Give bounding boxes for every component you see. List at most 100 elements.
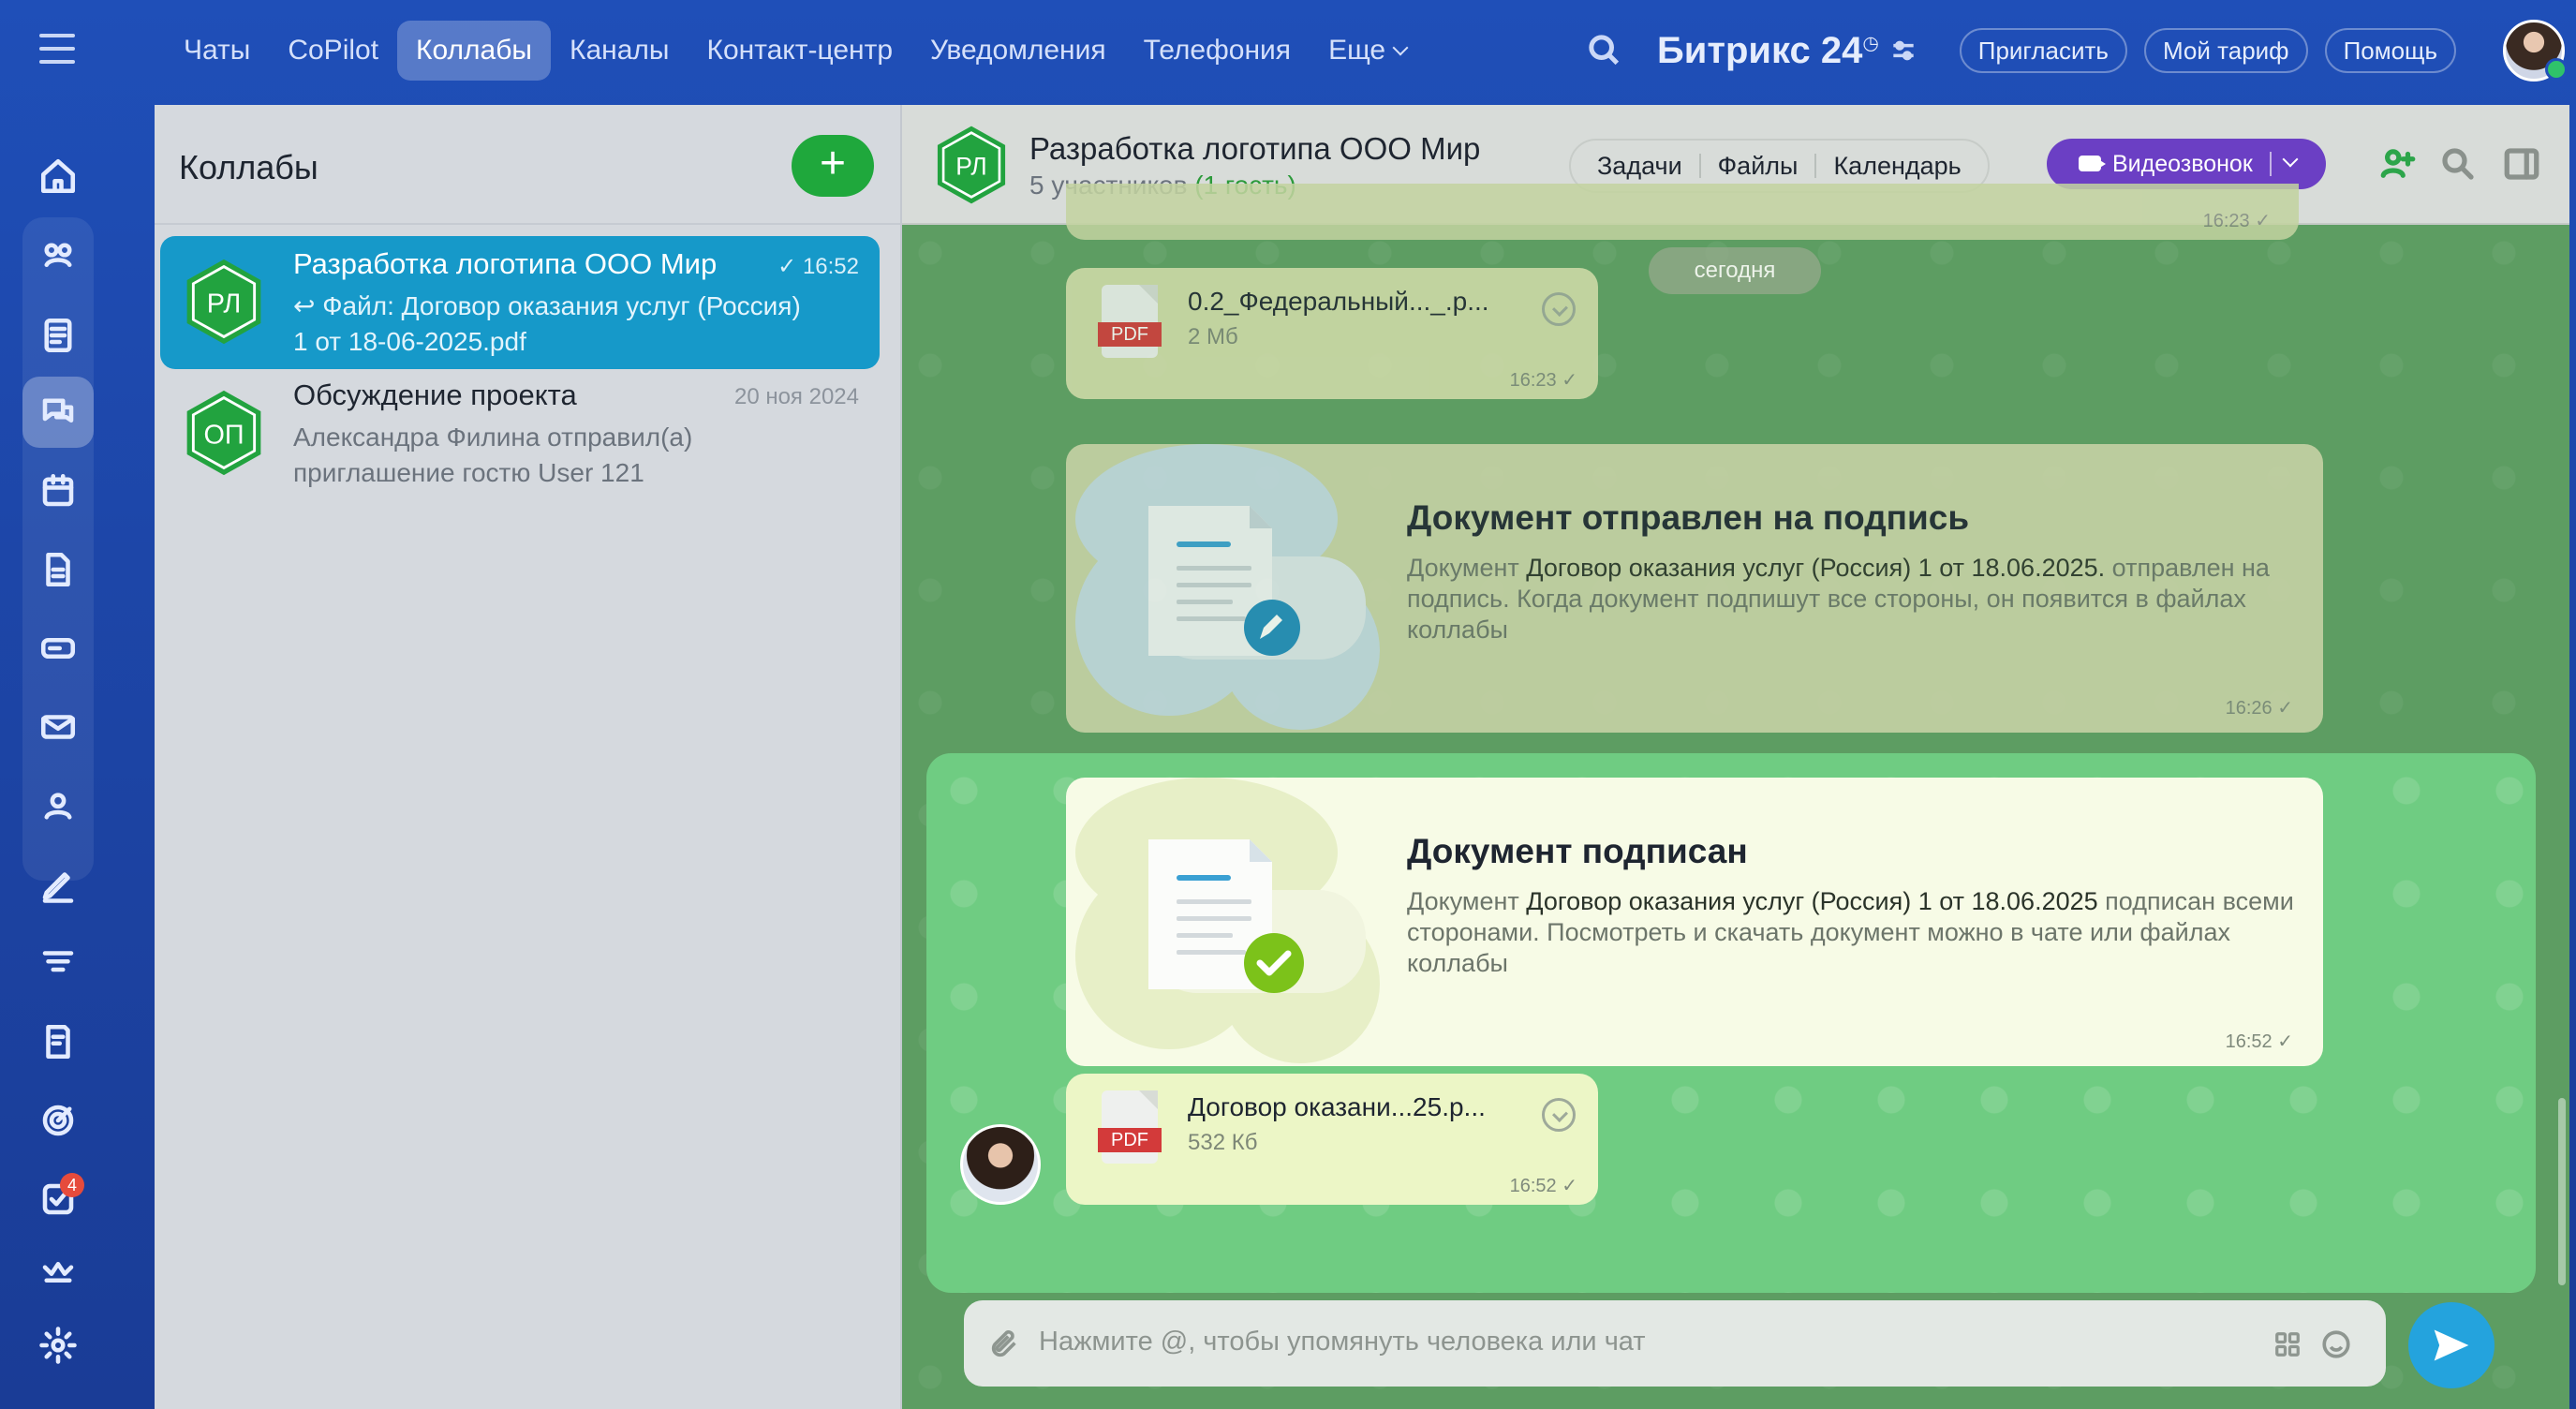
document-signed-illustration [1066, 778, 1383, 1066]
file-message[interactable]: PDF 0.2_Федеральный..._.p... 2 Мб 16:23 … [1066, 268, 1598, 399]
sign-icon[interactable] [22, 849, 94, 920]
filter-icon[interactable] [22, 927, 94, 999]
home-icon[interactable] [22, 141, 94, 212]
send-button[interactable] [2408, 1302, 2495, 1388]
calendar-icon[interactable] [22, 455, 94, 527]
clock-icon: ◷ [1862, 33, 1879, 54]
system-message: Документ подписан Документ Договор оказа… [1066, 778, 2323, 1066]
dialog-initials: РЛ [955, 153, 986, 181]
pdf-file-icon: PDF [1098, 285, 1162, 358]
tasks-button[interactable]: Задачи [1580, 152, 1699, 181]
feed-icon[interactable] [22, 221, 94, 292]
file-name[interactable]: 0.2_Федеральный..._.p... [1188, 287, 1489, 317]
collab-item[interactable]: ОП Обсуждение проекта 20 ноя 2024 Алекса… [160, 367, 880, 500]
tab-notifications[interactable]: Уведомления [911, 21, 1125, 81]
settings-icon[interactable] [22, 1310, 94, 1381]
tab-contact-center[interactable]: Контакт-центр [688, 21, 911, 81]
tariff-button[interactable]: Мой тариф [2143, 28, 2308, 73]
document-link[interactable]: Договор оказания услуг (Россия) 1 от 18.… [1526, 887, 2097, 915]
user-avatar[interactable] [2503, 20, 2568, 82]
collab-avatar: РЛ [179, 257, 269, 347]
docs-icon[interactable] [22, 534, 94, 605]
chevron-down-icon[interactable] [2282, 151, 2299, 168]
tab-telephony[interactable]: Телефония [1125, 21, 1310, 81]
system-message-body: Документ Договор оказания услуг (Россия)… [1407, 887, 2294, 977]
collab-time-value: 16:52 [802, 254, 859, 279]
file-size: 532 Кб [1188, 1130, 1258, 1155]
collab-avatar: ОП [179, 388, 269, 478]
tab-more-label: Еще [1328, 35, 1386, 66]
chat-dialog: РЛ Разработка логотипа ООО Мир 5 участни… [902, 105, 2569, 1409]
left-rail: 4 [0, 0, 116, 1409]
tune-icon[interactable] [1888, 36, 1918, 66]
collab-name: Разработка логотипа ООО Мир [293, 247, 718, 280]
add-user-icon[interactable] [2378, 144, 2418, 184]
tab-chats[interactable]: Чаты [165, 21, 269, 81]
tasks-icon[interactable]: 4 [22, 1164, 94, 1235]
sender-avatar[interactable] [960, 1124, 1041, 1205]
download-icon[interactable] [1542, 1098, 1576, 1132]
help-button[interactable]: Помощь [2324, 28, 2456, 73]
search-icon[interactable] [1586, 32, 1623, 69]
collab-preview: ↩ Файл: Договор оказания услуг (Россия) … [293, 291, 801, 356]
message-time: 16:52 ✓ [1509, 1176, 1577, 1196]
contacts-icon[interactable] [22, 770, 94, 841]
message-time: 16:26 ✓ [2225, 698, 2293, 719]
files-button[interactable]: Файлы [1701, 152, 1815, 181]
file-message[interactable]: PDF Договор оказани...25.p... 532 Кб 16:… [1066, 1074, 1598, 1205]
forms-icon[interactable] [22, 1006, 94, 1077]
file-size: 2 Мб [1188, 324, 1238, 349]
video-call-label: Видеозвонок [2112, 151, 2253, 177]
brand-name: Битрикс 24 [1657, 29, 1863, 71]
tab-copilot[interactable]: CoPilot [269, 21, 397, 81]
collabs-header: Коллабы + [155, 105, 900, 225]
message-time: 16:23 ✓ [1509, 370, 1577, 391]
message-input[interactable]: Нажмите @, чтобы упомянуть человека или … [964, 1300, 2386, 1387]
system-message: Документ отправлен на подпись Документ Д… [1066, 444, 2323, 733]
message-time: 16:52 ✓ [2225, 1031, 2293, 1052]
file-type: PDF [1098, 322, 1162, 347]
collab-time: 20 ноя 2024 [733, 384, 859, 409]
collab-initials: ОП [203, 421, 244, 451]
tasks-badge: 4 [60, 1173, 84, 1197]
mail-icon[interactable] [22, 691, 94, 763]
dialog-avatar[interactable]: РЛ [930, 124, 1013, 206]
download-icon[interactable] [1542, 292, 1576, 326]
collab-preview: Александра Филина отправил(а) приглашени… [293, 423, 693, 487]
camera-icon [2079, 156, 2106, 171]
tab-channels[interactable]: Каналы [551, 21, 688, 81]
apps-icon[interactable] [2273, 1330, 2302, 1358]
emoji-icon[interactable] [2320, 1328, 2352, 1360]
document-link[interactable]: Договор оказания услуг (Россия) 1 от 18.… [1526, 554, 2105, 582]
add-collab-button[interactable]: + [792, 135, 874, 197]
chevron-down-icon [1392, 39, 1409, 56]
attach-icon[interactable] [988, 1328, 1020, 1360]
document-sent-illustration [1066, 444, 1383, 733]
tab-collabs[interactable]: Коллабы [397, 21, 551, 81]
top-nav: Чаты CoPilot Коллабы Каналы Контакт-цент… [165, 21, 1425, 81]
dialog-title[interactable]: Разработка логотипа ООО Мир [1029, 131, 1480, 167]
menu-icon[interactable] [39, 34, 75, 66]
collab-name: Обсуждение проекта [293, 378, 577, 411]
scrollbar[interactable] [2558, 1098, 2566, 1285]
brand-logo[interactable]: Битрикс 24◷ [1657, 30, 1879, 72]
system-message-title: Документ отправлен на подпись [1407, 498, 1970, 537]
list-icon[interactable] [22, 300, 94, 371]
sidebar-toggle-icon[interactable] [2502, 144, 2541, 184]
invite-button[interactable]: Пригласить [1959, 28, 2127, 73]
chats-icon[interactable] [22, 377, 94, 448]
drive-icon[interactable] [22, 613, 94, 684]
tab-more[interactable]: Еще [1310, 21, 1425, 81]
crown-icon[interactable] [22, 1237, 94, 1308]
system-message-body: Документ Договор оказания услуг (Россия)… [1407, 554, 2270, 644]
target-icon[interactable] [22, 1085, 94, 1156]
online-status-icon [2545, 58, 2568, 81]
search-icon[interactable] [2438, 144, 2478, 184]
input-placeholder: Нажмите @, чтобы упомянуть человека или … [1039, 1327, 1646, 1357]
calendar-button[interactable]: Календарь [1816, 152, 1977, 181]
collab-item[interactable]: РЛ Разработка логотипа ООО Мир ✓ 16:52 ↩… [160, 236, 880, 369]
file-name[interactable]: Договор оказани...25.p... [1188, 1092, 1486, 1122]
message-bubble: 16:23 ✓ [1066, 184, 2299, 240]
message-time: 16:23 ✓ [2202, 211, 2271, 231]
video-call-button[interactable]: Видеозвонок [2047, 139, 2326, 189]
